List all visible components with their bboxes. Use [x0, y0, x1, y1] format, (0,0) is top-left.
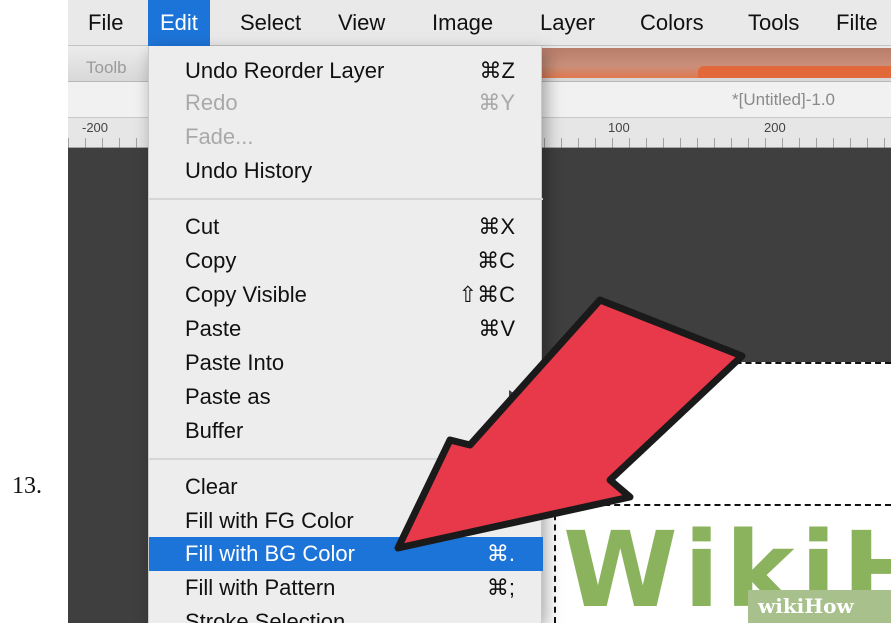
menu-item-label: Redo [185, 90, 238, 115]
menu-item-paste-as[interactable]: Paste as [149, 380, 543, 414]
menu-item-copy[interactable]: Copy ⌘C [149, 244, 543, 278]
ruler-label: 100 [608, 120, 630, 135]
menu-item-fill-bg[interactable]: Fill with BG Color ⌘. [149, 537, 543, 571]
menu-image[interactable]: Image [432, 0, 493, 46]
step-number: 13. [12, 473, 42, 499]
menu-item-undo-history[interactable]: Undo History [149, 154, 543, 188]
menu-separator [149, 458, 543, 460]
menu-item-buffer[interactable]: Buffer [149, 414, 543, 448]
menu-item-paste[interactable]: Paste ⌘V [149, 312, 543, 346]
menu-item-label: Buffer [185, 418, 244, 443]
menu-item-label: Paste as [185, 384, 271, 409]
menu-item-label: Paste Into [185, 350, 285, 375]
menu-item-label: Paste [185, 316, 242, 341]
menu-file[interactable]: File [88, 0, 123, 46]
menu-edit[interactable]: Edit [148, 0, 210, 46]
menu-layer[interactable]: Layer [540, 0, 595, 46]
menu-item-label: Fill with FG Color [185, 508, 354, 533]
menu-bar: File Edit Select View Image Layer Colors… [68, 0, 891, 46]
menu-item-label: Fade... [185, 124, 254, 149]
menu-item-label: Copy Visible [185, 282, 307, 307]
selection-outline [554, 504, 891, 506]
image-thumbnail-tab[interactable] [538, 48, 891, 78]
selection-outline [554, 504, 556, 623]
menu-item-redo: Redo ⌘Y [149, 86, 543, 120]
selection-outline [616, 362, 891, 364]
submenu-arrow-icon [509, 390, 521, 406]
menu-view[interactable]: View [338, 0, 385, 46]
menu-item-label: Undo Reorder Layer [185, 58, 385, 83]
menu-item-shortcut: ⌘V [478, 316, 515, 341]
menu-item-cut[interactable]: Cut ⌘X [149, 210, 543, 244]
menu-item-shortcut: ⌘X [478, 214, 515, 239]
menu-item-stroke-selection[interactable]: Stroke Selection [149, 605, 543, 623]
toolbox-label[interactable]: Toolb [86, 58, 127, 78]
menu-item-shortcut: ⌘Y [478, 90, 515, 115]
menu-item-label: Undo History [185, 158, 313, 183]
wikihow-watermark: wikiHow [748, 590, 891, 623]
menu-filters[interactable]: Filte [836, 0, 878, 46]
menu-item-clear[interactable]: Clear [149, 470, 543, 504]
ruler-label: 200 [764, 120, 786, 135]
menu-item-fill-fg[interactable]: Fill with FG Color [149, 504, 543, 538]
menu-item-label: Fill with BG Color [185, 541, 355, 566]
edit-menu-dropdown: Undo Reorder Layer ⌘Z Redo ⌘Y Fade... Un… [148, 46, 543, 623]
menu-select[interactable]: Select [240, 0, 301, 46]
menu-item-label: Stroke Selection [185, 609, 346, 623]
ruler-label: -200 [82, 120, 109, 135]
menu-item-fill-pattern[interactable]: Fill with Pattern ⌘; [149, 571, 543, 605]
screenshot: Toolb *[Untitled]-1.0 -200 100 200 WikiH… [68, 0, 891, 623]
menu-item-label: Copy [185, 248, 237, 273]
menu-item-shortcut: ⇧⌘C [458, 282, 515, 307]
menu-item-paste-into[interactable]: Paste Into [149, 346, 543, 380]
menu-item-label: Cut [185, 214, 220, 239]
window-title: *[Untitled]-1.0 [732, 90, 835, 109]
menu-tools[interactable]: Tools [748, 0, 799, 46]
menu-item-fade: Fade... [149, 120, 543, 154]
menu-item-undo[interactable]: Undo Reorder Layer ⌘Z [149, 54, 543, 88]
menu-item-shortcut: ⌘C [477, 248, 515, 273]
menu-item-label: Clear [185, 474, 238, 499]
menu-item-shortcut: ⌘Z [479, 58, 515, 83]
menu-item-shortcut: ⌘. [486, 541, 515, 566]
menu-separator [149, 198, 543, 200]
menu-item-label: Fill with Pattern [185, 575, 336, 600]
watermark-text: wikiHow [758, 594, 854, 618]
menu-colors[interactable]: Colors [640, 0, 704, 46]
menu-item-shortcut: ⌘; [486, 575, 515, 600]
menu-item-copy-visible[interactable]: Copy Visible ⇧⌘C [149, 278, 543, 312]
